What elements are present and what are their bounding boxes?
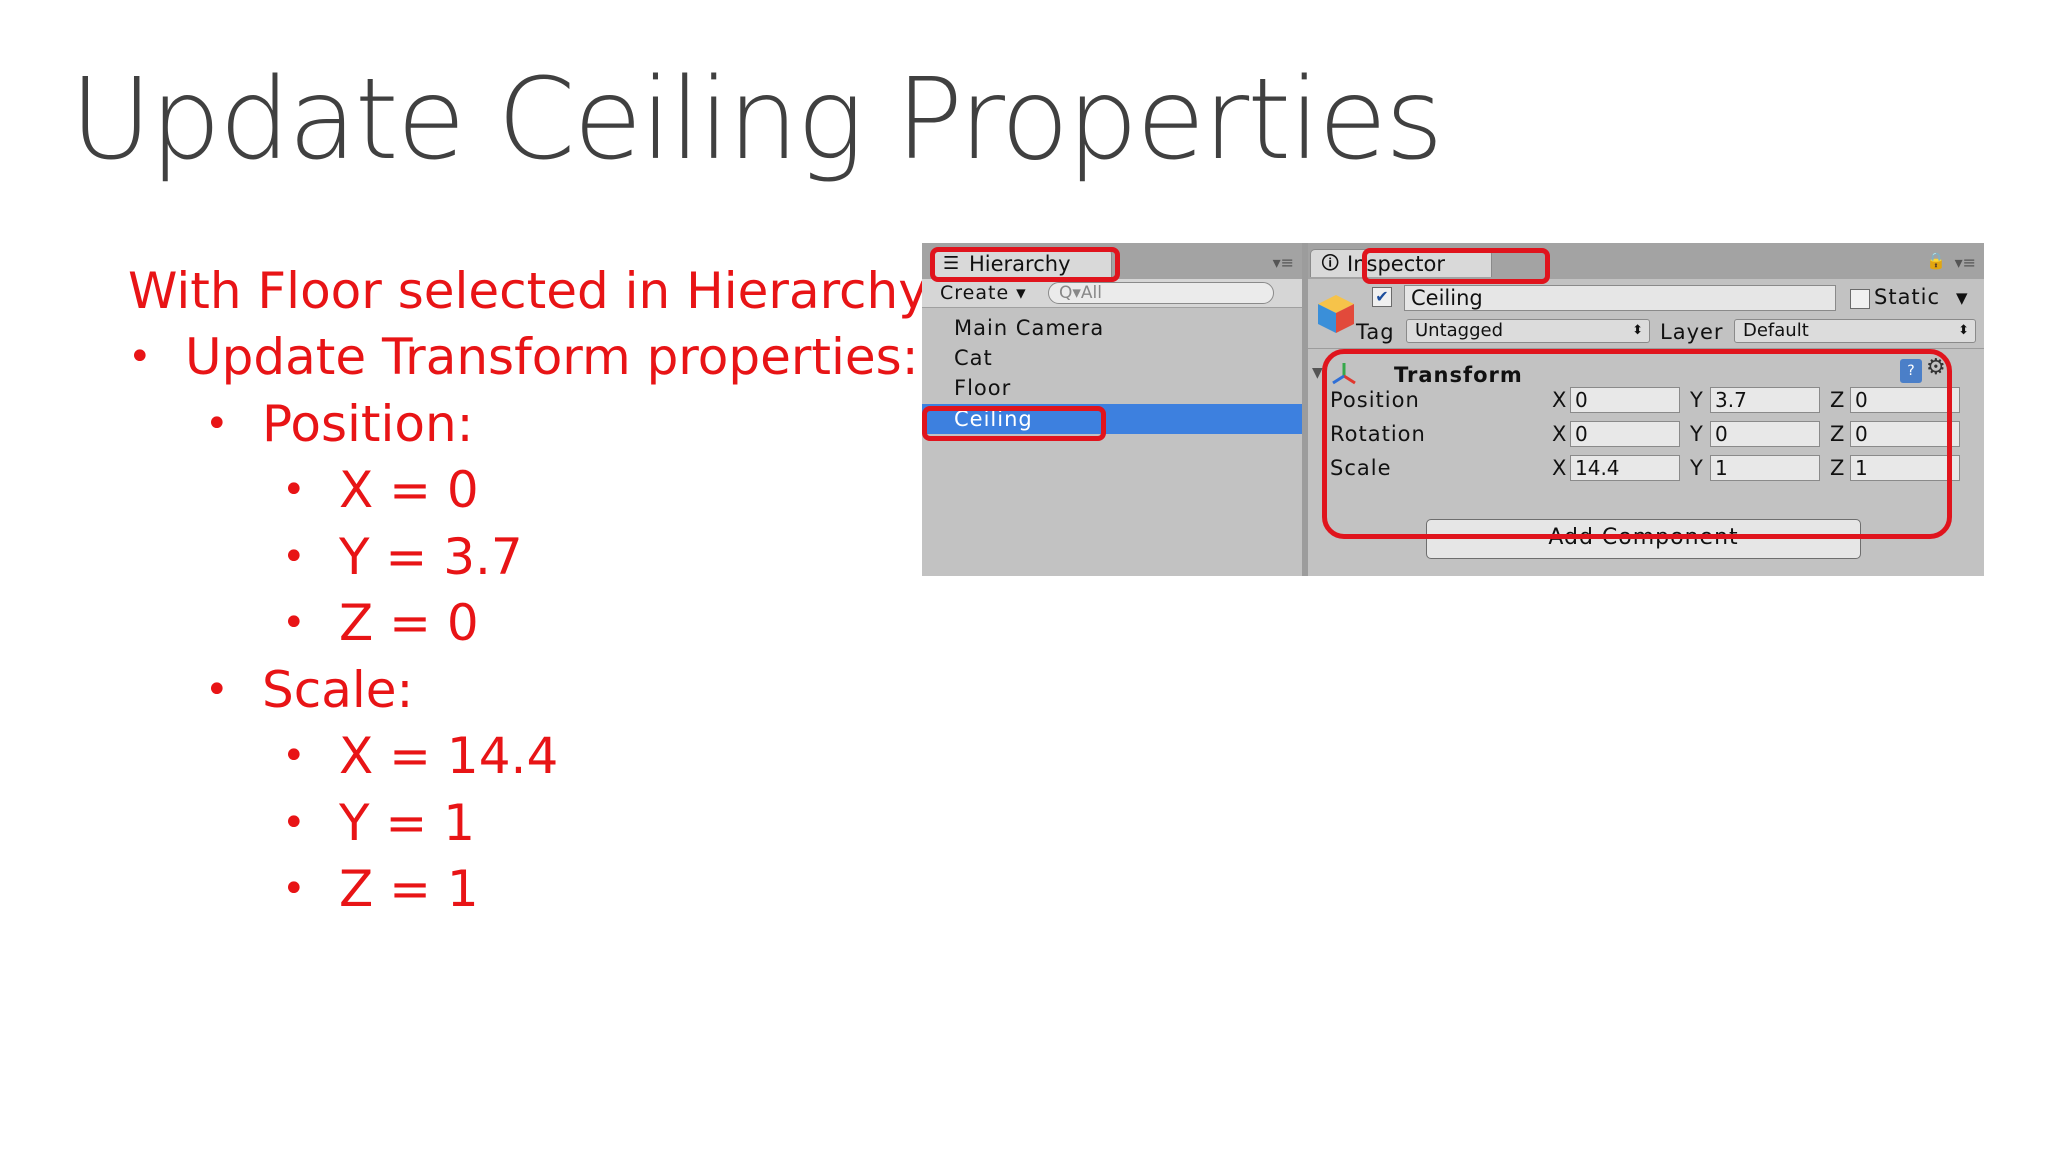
static-dropdown-arrow-icon[interactable]: ▼ <box>1956 289 1968 307</box>
bullet-item: • Z = 1 <box>282 860 479 918</box>
gameobject-cube-icon <box>1318 295 1354 333</box>
hierarchy-item-main-camera[interactable]: Main Camera <box>922 313 1302 343</box>
unity-editor-screenshot: ☰ Hierarchy ▾≡ Create ▾ Q▾All Main Camer… <box>922 243 1984 576</box>
updown-arrow-icon: ⬍ <box>1632 323 1643 338</box>
hierarchy-search-input[interactable]: Q▾All <box>1048 282 1274 304</box>
object-name-field[interactable]: Ceiling <box>1404 285 1836 311</box>
bullet-item: • Y = 1 <box>282 794 476 852</box>
highlight-box-inspector-tab <box>1362 248 1550 284</box>
info-icon: 🛈 <box>1321 253 1340 274</box>
lock-icon[interactable]: 🔒 <box>1926 251 1946 270</box>
bullet-item: • X = 0 <box>282 461 479 519</box>
hierarchy-item-floor[interactable]: Floor <box>922 373 1302 403</box>
bullet-item: • Scale: <box>205 661 414 719</box>
bullet-item: • Z = 0 <box>282 594 479 652</box>
bullet-item: With Floor selected in Hierarchy: <box>128 262 942 320</box>
layer-dropdown[interactable]: Default ⬍ <box>1734 319 1976 343</box>
static-checkbox[interactable] <box>1850 289 1870 309</box>
layer-label: Layer <box>1660 320 1724 344</box>
highlight-box-hierarchy-tab <box>930 247 1120 282</box>
tag-dropdown[interactable]: Untagged ⬍ <box>1406 319 1650 343</box>
hierarchy-toolbar: Create ▾ Q▾All <box>922 279 1302 308</box>
hierarchy-item-cat[interactable]: Cat <box>922 343 1302 373</box>
create-button[interactable]: Create ▾ <box>934 281 1033 305</box>
bullet-item: • Position: <box>205 395 474 453</box>
active-checkbox[interactable]: ✔ <box>1372 287 1392 307</box>
bullet-item: • X = 14.4 <box>282 727 559 785</box>
highlight-box-transform <box>1322 349 1952 539</box>
tag-label: Tag <box>1356 320 1395 344</box>
highlight-box-ceiling-item <box>922 406 1106 441</box>
slide-title: Update Ceiling Properties <box>70 55 1443 185</box>
updown-arrow-icon: ⬍ <box>1958 323 1969 338</box>
panel-menu-icon[interactable]: ▾≡ <box>1273 253 1294 272</box>
bullet-item: • Update Transform properties: <box>128 328 919 386</box>
static-label: Static <box>1874 285 1941 309</box>
bullet-item: • Y = 3.7 <box>282 528 523 586</box>
panel-menu-icon[interactable]: ▾≡ <box>1955 253 1976 272</box>
